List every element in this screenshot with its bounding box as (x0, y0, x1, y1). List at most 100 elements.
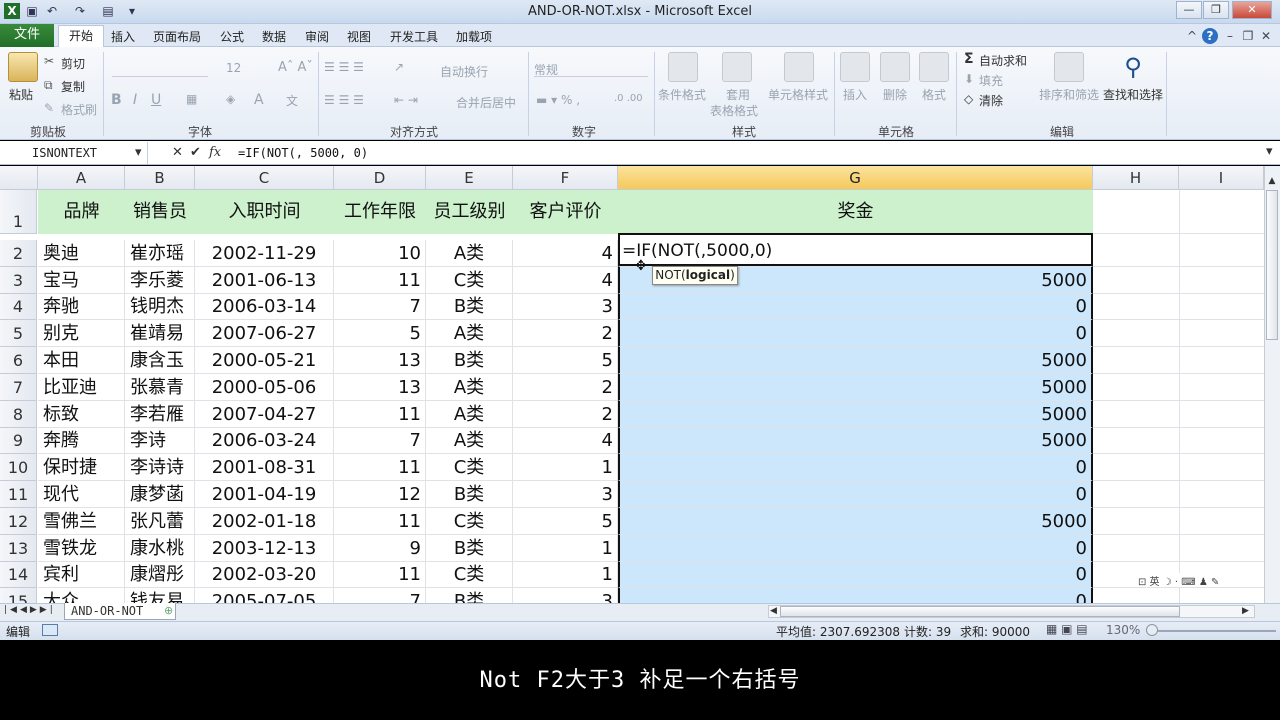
rating-cell[interactable]: 5 (513, 347, 618, 374)
date-cell[interactable]: 2001-06-13 (195, 267, 334, 294)
italic-icon[interactable]: I (133, 92, 137, 108)
level-cell[interactable]: C类 (426, 562, 513, 588)
seller-cell[interactable]: 崔亦瑶 (125, 240, 195, 267)
tab-insert[interactable]: 插入 (111, 28, 135, 46)
tab-formulas[interactable]: 公式 (220, 28, 244, 46)
format-cells-button[interactable]: 格式 (922, 86, 946, 103)
years-cell[interactable]: 11 (334, 454, 426, 481)
align-top-icon[interactable]: ☰ ☰ ☰ (324, 60, 364, 74)
level-cell[interactable]: C类 (426, 454, 513, 481)
rating-cell[interactable]: 2 (513, 320, 618, 347)
bonus-cell[interactable]: 0 (618, 454, 1093, 481)
date-cell[interactable]: 2000-05-06 (195, 374, 334, 401)
tooltip-argument[interactable]: logical (686, 268, 730, 282)
level-cell[interactable]: A类 (426, 374, 513, 401)
header-cell-seller[interactable]: 销售员 (125, 190, 195, 234)
sort-filter-button[interactable]: 排序和筛选 (1039, 86, 1099, 103)
undo-icon[interactable]: ↶ (44, 3, 60, 19)
date-cell[interactable]: 2002-03-20 (195, 562, 334, 588)
date-cell[interactable]: 2001-04-19 (195, 481, 334, 508)
tab-data[interactable]: 数据 (262, 28, 286, 46)
level-cell[interactable]: A类 (426, 320, 513, 347)
conditional-format-icon[interactable] (668, 52, 698, 82)
insert-cells-button[interactable]: 插入 (843, 86, 867, 103)
bonus-cell[interactable]: 5000 (618, 401, 1093, 428)
years-cell[interactable]: 13 (334, 347, 426, 374)
rating-cell[interactable]: 1 (513, 535, 618, 562)
brand-cell[interactable]: 奔腾 (38, 428, 125, 454)
align-left-icon[interactable]: ☰ ☰ ☰ (324, 93, 364, 107)
font-size-box[interactable]: 12 (226, 61, 241, 75)
column-header-d[interactable]: D (334, 166, 426, 190)
date-cell[interactable]: 2002-01-18 (195, 508, 334, 535)
row-header-6[interactable]: 6 (0, 347, 37, 374)
tab-addins[interactable]: 加载项 (456, 28, 492, 46)
wrap-text-button[interactable]: 自动换行 (440, 63, 488, 80)
rating-cell[interactable]: 2 (513, 401, 618, 428)
brand-cell[interactable]: 比亚迪 (38, 374, 125, 401)
fill-button[interactable]: 填充 (979, 72, 1003, 89)
row-header-5[interactable]: 5 (0, 320, 37, 347)
date-cell[interactable]: 2002-11-29 (195, 240, 334, 267)
phonetic-icon[interactable]: 文 (286, 92, 298, 109)
tab-page-layout[interactable]: 页面布局 (153, 28, 201, 46)
rating-cell[interactable]: 4 (513, 267, 618, 294)
name-box[interactable]: ISNONTEXT (0, 142, 148, 164)
redo-icon[interactable]: ↷ (72, 3, 88, 19)
brand-cell[interactable]: 雪铁龙 (38, 535, 125, 562)
cut-button[interactable]: 剪切 (61, 55, 85, 72)
seller-cell[interactable]: 崔靖易 (125, 320, 195, 347)
underline-icon[interactable]: U (151, 92, 161, 108)
years-cell[interactable]: 7 (334, 294, 426, 320)
scroll-right-icon[interactable]: ▶ (1242, 606, 1249, 616)
row-header-8[interactable]: 8 (0, 401, 37, 428)
date-cell[interactable]: 2006-03-14 (195, 294, 334, 320)
brand-cell[interactable]: 别克 (38, 320, 125, 347)
bonus-cell[interactable]: 5000 (618, 374, 1093, 401)
formula-input[interactable]: =IF(NOT(, 5000, 0) (238, 146, 368, 160)
row-header-12[interactable]: 12 (0, 508, 37, 535)
level-cell[interactable]: C类 (426, 267, 513, 294)
brand-cell[interactable]: 标致 (38, 401, 125, 428)
insert-cells-icon[interactable] (840, 52, 870, 82)
bonus-cell[interactable]: 5000 (618, 508, 1093, 535)
level-cell[interactable]: B类 (426, 481, 513, 508)
column-header-b[interactable]: B (125, 166, 195, 190)
font-color-icon[interactable]: A (254, 92, 264, 108)
find-select-button[interactable]: 查找和选择 (1103, 86, 1163, 103)
brand-cell[interactable]: 奔驰 (38, 294, 125, 320)
level-cell[interactable]: C类 (426, 508, 513, 535)
ime-toolbar-icon[interactable]: ⊡ 英 ☽ · ⌨ ♟ ✎ (1138, 573, 1236, 588)
seller-cell[interactable]: 康含玉 (125, 347, 195, 374)
seller-cell[interactable]: 李诗 (125, 428, 195, 454)
level-cell[interactable]: B类 (426, 535, 513, 562)
brand-cell[interactable]: 保时捷 (38, 454, 125, 481)
doc-close-icon[interactable]: ✕ (1258, 28, 1274, 44)
header-cell-rating[interactable]: 客户评价 (513, 190, 618, 234)
table-format-line1[interactable]: 套用 (726, 86, 750, 103)
border-icon[interactable]: ▦ (186, 92, 197, 106)
sort-filter-icon[interactable] (1054, 52, 1084, 82)
years-cell[interactable]: 11 (334, 562, 426, 588)
customize-qat-icon[interactable]: ▾ (124, 3, 140, 19)
brand-cell[interactable]: 宝马 (38, 267, 125, 294)
row-header-4[interactable]: 4 (0, 294, 37, 320)
row-header-2[interactable]: 2 (0, 240, 37, 267)
date-cell[interactable]: 2007-06-27 (195, 320, 334, 347)
conditional-format-button[interactable]: 条件格式 (658, 86, 706, 103)
date-cell[interactable]: 2007-04-27 (195, 401, 334, 428)
column-header-f[interactable]: F (513, 166, 618, 190)
rating-cell[interactable]: 1 (513, 454, 618, 481)
tab-review[interactable]: 审阅 (305, 28, 329, 46)
column-header-g[interactable]: G (618, 166, 1093, 190)
bonus-cell[interactable]: 0 (618, 535, 1093, 562)
tab-file[interactable]: 文件 (0, 24, 54, 47)
years-cell[interactable]: 9 (334, 535, 426, 562)
years-cell[interactable]: 11 (334, 267, 426, 294)
header-cell-date[interactable]: 入职时间 (195, 190, 334, 234)
macro-record-icon[interactable] (42, 624, 58, 636)
brand-cell[interactable]: 宾利 (38, 562, 125, 588)
cell-styles-button[interactable]: 单元格样式 (768, 86, 828, 103)
table-format-icon[interactable] (722, 52, 752, 82)
header-cell-years[interactable]: 工作年限 (334, 190, 426, 234)
